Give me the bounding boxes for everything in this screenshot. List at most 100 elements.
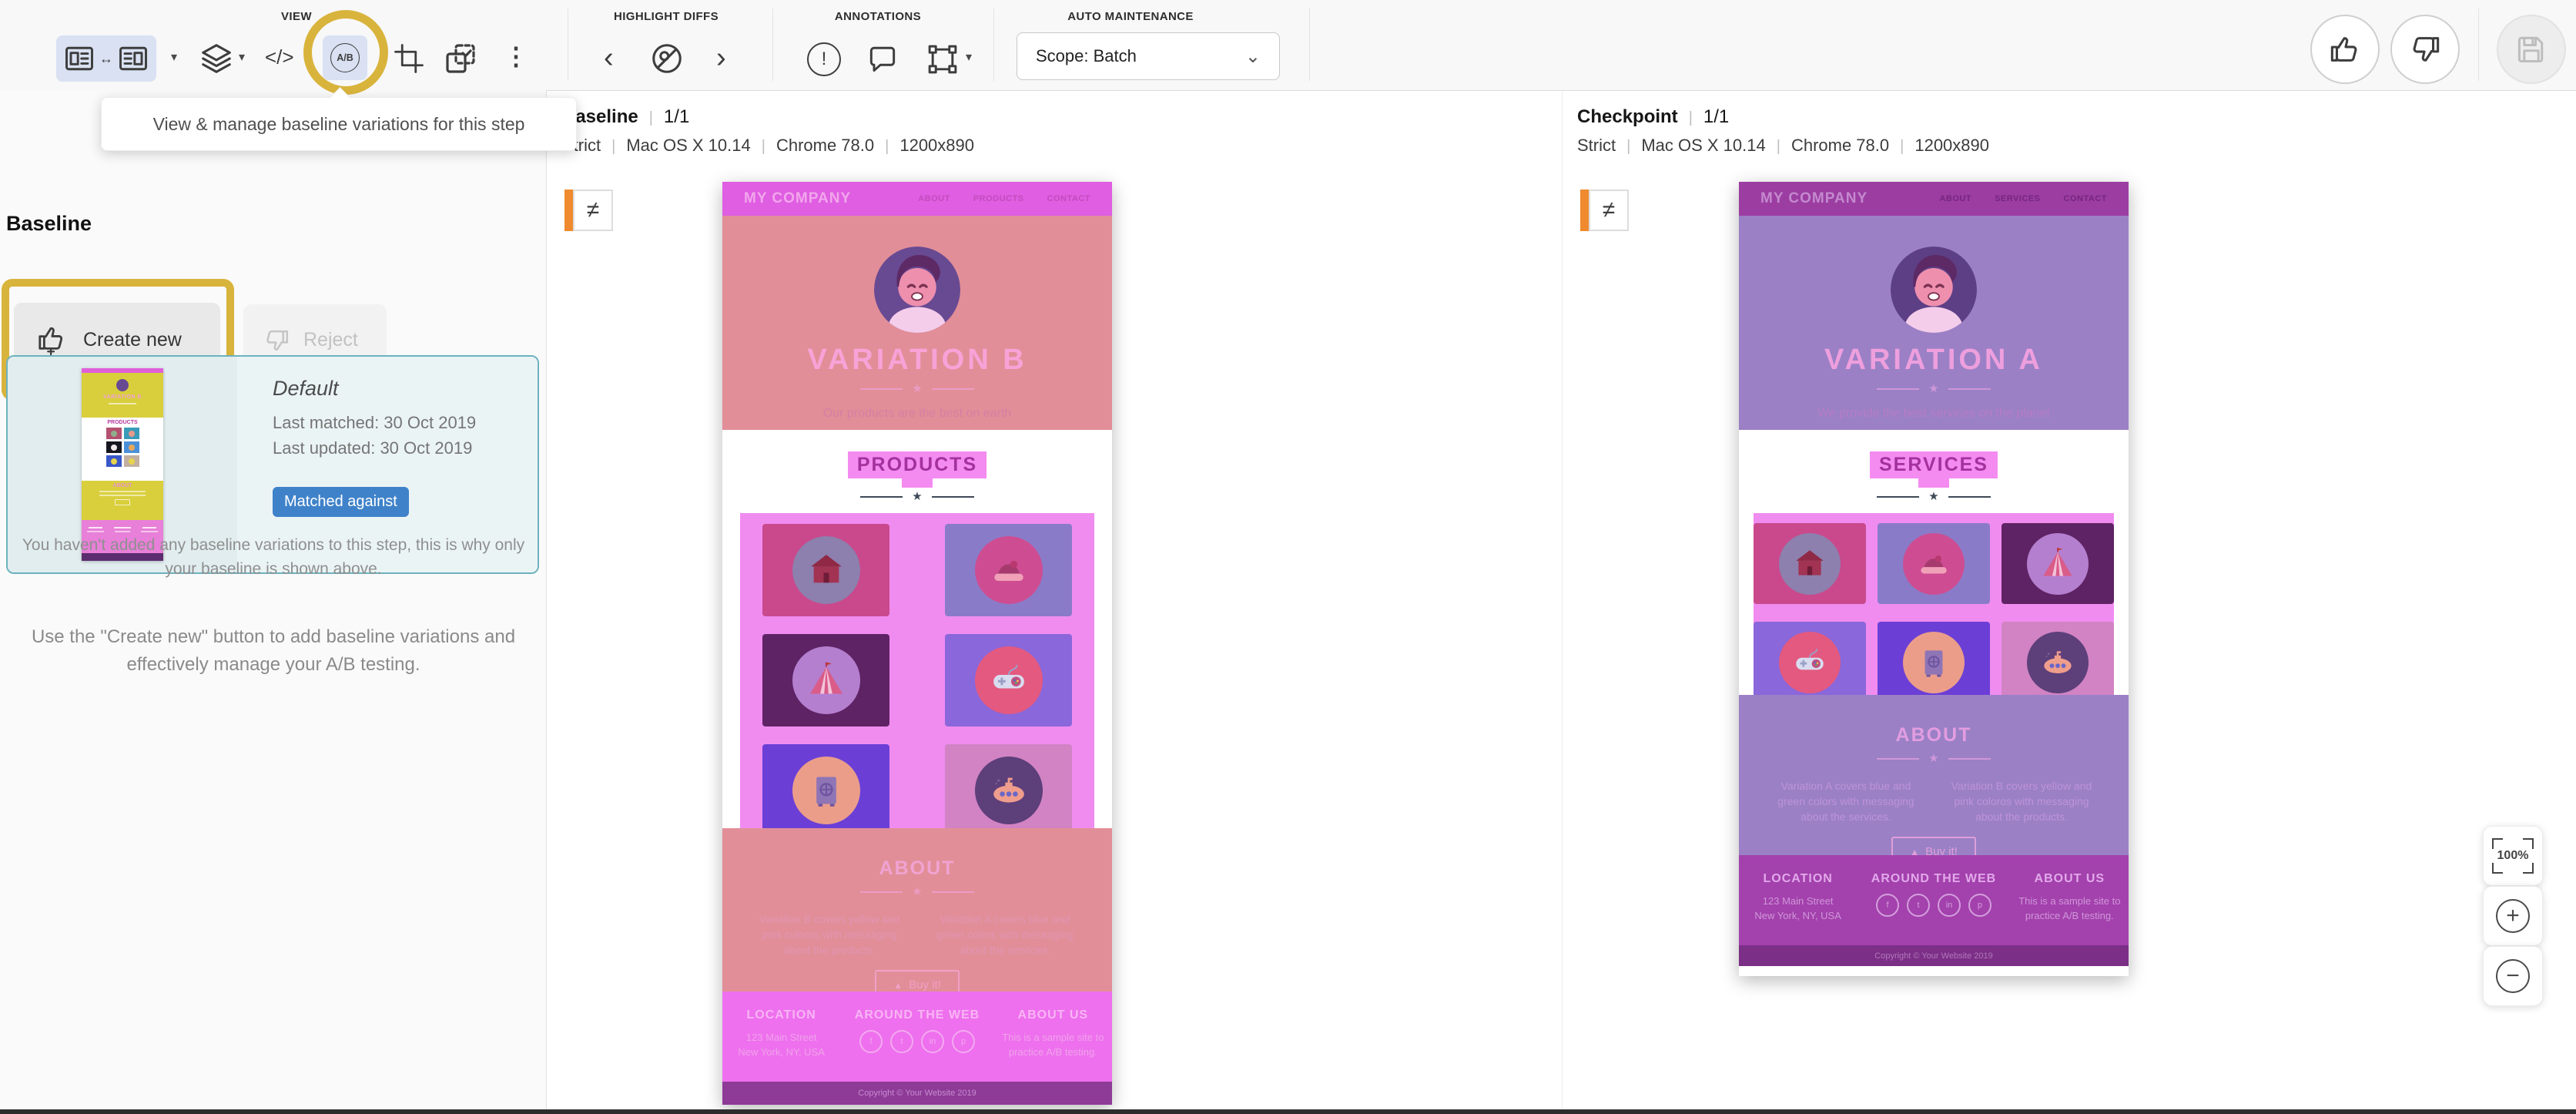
separator: | — [762, 138, 765, 156]
thumb-avatar — [116, 379, 129, 391]
checkpoint-count: 1/1 — [1703, 106, 1729, 128]
diff-badge-accent — [1580, 190, 1589, 231]
fit-100-icon: 100% — [2492, 838, 2534, 874]
toolbar-separator — [1309, 8, 1310, 81]
thumb-tile — [106, 428, 122, 439]
buy-label: Buy it! — [909, 978, 941, 992]
checkpoint-diff-badge[interactable]: ≠ — [1589, 190, 1629, 231]
star-divider: ★ — [722, 383, 1112, 394]
last-matched: Last matched: 30 Oct 2019 — [273, 410, 538, 435]
gamepad-icon — [975, 646, 1043, 714]
site-nav-links: ABOUT SERVICES CONTACT — [1939, 194, 2107, 203]
nav-link: SERVICES — [1995, 194, 2040, 203]
footer-about-text: This is a sample site to practice A/B te… — [2011, 894, 2129, 923]
os: Mac OS X 10.14 — [1641, 136, 1765, 156]
baseline-thumbnail: VARIATION B PRODUCTS ABOUT — [82, 368, 163, 561]
checkpoint-panel-meta: Strict | Mac OS X 10.14 | Chrome 78.0 | … — [1577, 136, 1989, 156]
divider-line — [860, 496, 903, 498]
submarine-icon — [975, 757, 1043, 824]
divider-line — [1877, 388, 1919, 390]
thumb-tile — [106, 441, 122, 453]
previous-diff-button[interactable]: ‹ — [604, 43, 614, 72]
next-diff-button[interactable]: › — [716, 43, 726, 72]
thumb-about-title: ABOUT — [82, 481, 163, 488]
safe-icon — [792, 757, 860, 824]
nav-link: CONTACT — [1047, 194, 1090, 203]
scope-select[interactable]: Scope: Batch ⌄ — [1017, 32, 1280, 80]
separator: | — [1777, 138, 1780, 156]
matched-against-badge: Matched against — [273, 487, 409, 517]
view-section-label: VIEW — [219, 10, 374, 23]
layout-compare-button[interactable]: ↔ — [56, 35, 156, 82]
accept-step-button[interactable] — [2310, 15, 2380, 84]
checkpoint-screenshot[interactable]: MY COMPANY ABOUT SERVICES CONTACT VARIAT… — [1739, 182, 2129, 976]
twitter-icon: t — [890, 1030, 913, 1053]
tile-submarine — [945, 744, 1072, 837]
more-options-icon[interactable]: ⋮ — [504, 44, 528, 69]
zoom-fit-label: 100% — [2497, 849, 2529, 863]
tooltip: View & manage baseline variations for th… — [101, 97, 577, 151]
crop-button[interactable] — [393, 42, 425, 75]
footer-location-text: 123 Main StreetNew York, NY, USA — [1739, 894, 1857, 923]
reject-step-button[interactable] — [2390, 15, 2460, 84]
toolbar: VIEW ↔ ▾ ▾ </> A/B ⋮ HIGHLIGHT DIFFS ‹ ›… — [0, 0, 2576, 91]
tile-circus — [2002, 523, 2114, 604]
layers-button[interactable] — [199, 41, 234, 76]
hero-subtitle: Our products are the best on earth — [722, 407, 1112, 421]
buy-icon: ▲ — [893, 980, 903, 991]
thumbs-down-icon — [262, 326, 291, 355]
cake-icon — [975, 536, 1043, 604]
bottom-bar — [0, 1109, 2576, 1114]
scope-select-value: Scope: Batch — [1036, 46, 1137, 66]
site-services-section: SERVICES ★ — [1739, 430, 2129, 695]
cake-icon — [1903, 533, 1965, 595]
save-button[interactable] — [2497, 15, 2566, 84]
toggle-diffs-button[interactable] — [649, 41, 685, 76]
about-col1: Variation A covers blue and green colors… — [1769, 778, 1923, 824]
site-footer: LOCATION 123 Main StreetNew York, NY, US… — [1739, 855, 2129, 945]
divider-line — [932, 496, 974, 498]
browser: Chrome 78.0 — [776, 136, 874, 156]
cabin-icon — [1779, 533, 1841, 595]
baseline-screenshot[interactable]: MY COMPANY ABOUT PRODUCTS CONTACT VARIAT… — [722, 182, 1112, 1105]
region-button[interactable] — [926, 42, 960, 76]
footer-about-title: ABOUT US — [2011, 872, 2129, 886]
social-icons: f t in p — [840, 1030, 993, 1053]
thumb-tile-grid — [82, 428, 163, 467]
variation-name: Default — [273, 377, 538, 401]
safe-icon — [1903, 632, 1965, 693]
thumb-about: ABOUT — [82, 481, 163, 520]
zoom-out-button[interactable]: − — [2483, 946, 2543, 1006]
toolbar-separator — [993, 8, 994, 81]
footer-about-title: ABOUT US — [994, 1008, 1112, 1022]
ab-variations-button[interactable]: A/B — [323, 35, 367, 80]
separator: | — [1900, 138, 1904, 156]
browser: Chrome 78.0 — [1791, 136, 1889, 156]
code-view-button[interactable]: </> — [265, 47, 294, 67]
comment-button[interactable] — [866, 42, 899, 75]
corner-bracket — [2492, 863, 2503, 874]
thumb-tile-dot — [129, 458, 135, 465]
site-copyright: Copyright © Your Website 2019 — [1739, 945, 2129, 966]
tile-cabin — [762, 524, 889, 616]
thumb-hero: VARIATION B — [82, 373, 163, 418]
unequal-icon: ≠ — [1603, 197, 1615, 223]
zoom-in-button[interactable]: + — [2483, 886, 2543, 946]
zoom-fit-button[interactable]: 100% — [2483, 826, 2543, 886]
diff-badge-accent — [564, 190, 573, 231]
layout-left-icon — [62, 42, 96, 75]
about-col2: Variation A covers blue and green colors… — [928, 911, 1082, 958]
tooltip-text: View & manage baseline variations for th… — [153, 114, 525, 135]
divider-line — [1877, 496, 1919, 498]
baseline-diff-badge[interactable]: ≠ — [573, 190, 613, 231]
region-caret-icon[interactable]: ▾ — [966, 52, 972, 64]
duplicate-check-button[interactable] — [442, 40, 479, 77]
layout-caret-icon[interactable]: ▾ — [171, 52, 177, 64]
issue-button[interactable]: ! — [807, 42, 841, 76]
layers-caret-icon[interactable]: ▾ — [239, 52, 245, 64]
cabin-icon — [792, 536, 860, 604]
star-icon: ★ — [912, 491, 922, 502]
site-brand: MY COMPANY — [1760, 190, 1868, 207]
divider-line — [932, 891, 974, 893]
footer-about-col: ABOUT US This is a sample site to practi… — [994, 1008, 1112, 1082]
